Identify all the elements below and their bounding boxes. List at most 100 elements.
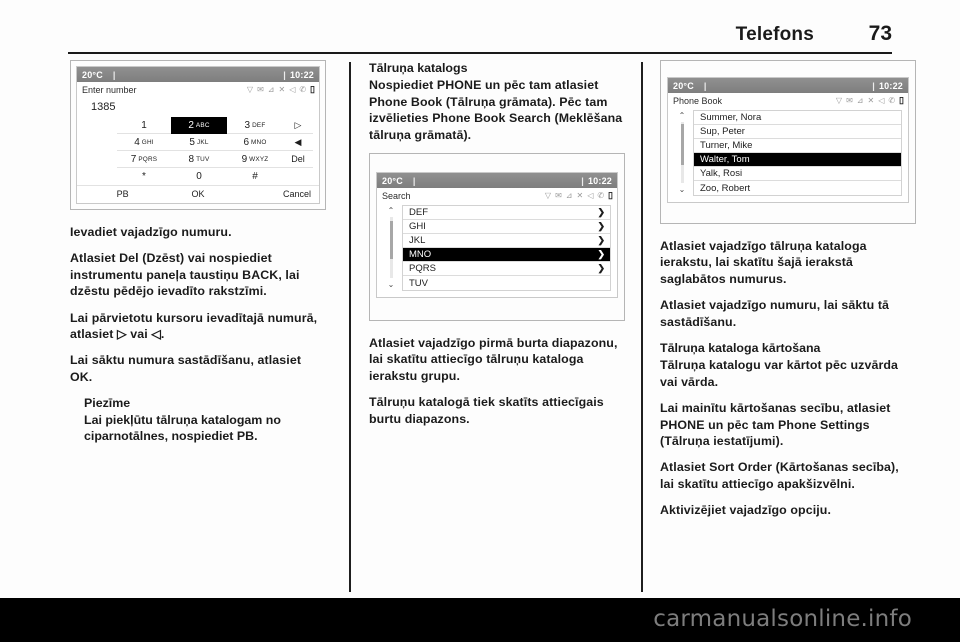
key-4-digit: 4: [134, 136, 140, 148]
chevron-right-icon: ❯: [597, 263, 605, 274]
col3-paragraph-6: Aktivizējiet vajadzīgo opciju.: [660, 503, 831, 518]
key-6[interactable]: 6 MNO: [227, 134, 283, 151]
screenshot-phonebook: 20°C | | 10:22 Phone Book ▽ ✉ ⊿ ✕ ◁ ✆ ▯ …: [660, 60, 916, 224]
key-3[interactable]: 3 DEF: [227, 117, 283, 134]
key-8-letters: TUV: [196, 156, 210, 163]
note-title: Piezīme: [84, 396, 131, 411]
key-7-digit: 7: [130, 153, 137, 165]
list-item[interactable]: TUV: [403, 276, 610, 291]
phonebook-softkey[interactable]: PB: [85, 187, 160, 200]
key-1[interactable]: 1: [117, 117, 171, 134]
column-divider-2: [641, 62, 643, 592]
key-2[interactable]: 2 ABC: [171, 117, 227, 134]
key-4[interactable]: 4 GHI: [117, 134, 171, 151]
statusbar-separator-2: |: [283, 69, 286, 80]
statusbar-separator-2: |: [872, 80, 875, 91]
wifi-icon: ▽: [246, 84, 254, 94]
dialer-keypad: 1 2 ABC 3 DEF ▷ 4 GHI 5 JKL 6 MNO ◀ 7 PQRS 8 TU…: [77, 117, 319, 185]
signal-icon: ⊿: [267, 84, 275, 94]
list-item-label: Summer, Nora: [700, 112, 762, 123]
shuffle-icon: ✕: [867, 95, 875, 105]
col2-paragraph-2: Atlasiet vajadzīgo pirmā burta diapazonu…: [369, 336, 618, 383]
list-item-selected[interactable]: MNO ❯: [403, 248, 610, 263]
list-item-label: Walter, Tom: [700, 154, 750, 165]
col3-paragraph-2: Atlasiet vajadzīgo numuru, lai sāktu tā …: [660, 298, 890, 329]
key-6-letters: MNO: [251, 139, 267, 146]
cancel-softkey[interactable]: Cancel: [236, 187, 311, 200]
screenshot-dialer: 20°C | | 10:22 Enter number ▽ ✉ ⊿ ✕ ◁ ✆ …: [70, 60, 326, 210]
list-item[interactable]: DEF ❯: [403, 206, 610, 221]
cursor-right-button[interactable]: ▷: [283, 117, 313, 134]
list-item[interactable]: Zoo, Robert: [694, 181, 901, 195]
key-8-digit: 8: [188, 153, 195, 165]
list-item-label: Turner, Mike: [700, 140, 753, 151]
search-scrollbar[interactable]: ⌃ ⌄: [380, 205, 402, 291]
list-item[interactable]: Summer, Nora: [694, 111, 901, 125]
scroll-track[interactable]: [680, 122, 684, 183]
dialer-title: Enter number: [82, 84, 137, 95]
scroll-down-icon[interactable]: ⌄: [388, 280, 395, 289]
list-item[interactable]: JKL ❯: [403, 234, 610, 249]
key-5[interactable]: 5 JKL: [171, 134, 227, 151]
phonebook-title-row: Phone Book ▽ ✉ ⊿ ✕ ◁ ✆ ▯: [668, 93, 908, 108]
column-divider-1: [349, 62, 351, 592]
phone-handset-icon: ✆: [888, 95, 896, 105]
page-number: 73: [868, 22, 892, 45]
scroll-track[interactable]: [389, 217, 393, 279]
key-7[interactable]: 7 PQRS: [117, 151, 171, 168]
wifi-icon: ▽: [835, 95, 843, 105]
delete-button[interactable]: Del: [283, 151, 313, 168]
list-item-selected[interactable]: Walter, Tom: [694, 153, 901, 167]
column-3: 20°C | | 10:22 Phone Book ▽ ✉ ⊿ ✕ ◁ ✆ ▯ …: [660, 60, 916, 529]
clock-readout: 10:22: [289, 69, 314, 80]
statusbar-separator: |: [112, 69, 116, 80]
header-rule: [68, 52, 892, 54]
col3-paragraph-1: Atlasiet vajadzīgo tālruņa kataloga iera…: [660, 239, 867, 286]
col3-paragraph-3: Tālruņa katalogu var kārtot pēc uzvārda …: [660, 358, 899, 389]
list-item[interactable]: Sup, Peter: [694, 125, 901, 139]
chevron-right-icon: ❯: [597, 207, 605, 218]
envelope-icon: ✉: [846, 95, 853, 105]
key-2-letters: ABC: [195, 122, 210, 129]
list-item[interactable]: PQRS ❯: [403, 262, 610, 277]
scroll-down-icon[interactable]: ⌄: [679, 185, 686, 194]
note-block: Piezīme Lai piekļūtu tālruņa katalogam n…: [84, 395, 326, 444]
col2-paragraph-3: Tālruņu katalogā tiek skatīts attiecīgai…: [369, 395, 604, 426]
screenshot-search: 20°C | | 10:22 Search ▽ ✉ ⊿ ✕ ◁ ✆ ▯ ⌃ ⌄ …: [369, 153, 625, 322]
site-watermark: carmanualsonline.info: [653, 606, 912, 632]
shuffle-icon: ✕: [278, 84, 286, 94]
phonebook-scrollbar[interactable]: ⌃ ⌄: [671, 110, 693, 196]
key-9[interactable]: 9 WXYZ: [227, 151, 283, 168]
list-item[interactable]: Yalk, Rosi: [694, 167, 901, 181]
mute-icon: ◁: [289, 84, 296, 94]
dialer-softkeys: PB OK Cancel: [77, 185, 319, 200]
ok-softkey[interactable]: OK: [160, 187, 235, 200]
temperature-readout: 20°C: [382, 175, 403, 186]
key-5-digit: 5: [189, 136, 195, 148]
key-hash[interactable]: #: [227, 168, 283, 185]
signal-icon: ⊿: [565, 190, 573, 200]
key-9-letters: WXYZ: [249, 156, 269, 163]
shuffle-icon: ✕: [576, 190, 584, 200]
list-item[interactable]: Turner, Mike: [694, 139, 901, 153]
scroll-up-icon[interactable]: ⌃: [388, 206, 395, 215]
col3-paragraph-5: Atlasiet Sort Order (Kārtošanas secība),…: [660, 460, 899, 491]
mute-icon: ◁: [587, 190, 594, 200]
key-0[interactable]: 0: [171, 168, 227, 185]
phone-handset-icon: ✆: [597, 190, 605, 200]
battery-icon: ▯: [899, 95, 904, 105]
status-icon-group: ▽ ✉ ⊿ ✕ ◁ ✆ ▯: [545, 191, 613, 200]
col1-paragraph-1: Ievadiet vajadzīgo numuru.: [70, 225, 232, 239]
key-1-digit: 1: [141, 119, 147, 131]
battery-icon: ▯: [310, 84, 315, 94]
key-star[interactable]: *: [117, 168, 171, 185]
key-8[interactable]: 8 TUV: [171, 151, 227, 168]
phonebook-title: Phone Book: [673, 95, 723, 106]
col1-paragraph-4: Lai sāktu numura sastādīšanu, atlasiet O…: [70, 353, 302, 384]
phonebook-statusbar: 20°C | | 10:22: [668, 78, 908, 93]
page-header: Telefons 73: [68, 22, 892, 56]
list-item[interactable]: GHI ❯: [403, 220, 610, 235]
cursor-left-button[interactable]: ◀: [283, 134, 313, 151]
statusbar-separator-2: |: [581, 175, 584, 186]
scroll-up-icon[interactable]: ⌃: [679, 111, 686, 120]
